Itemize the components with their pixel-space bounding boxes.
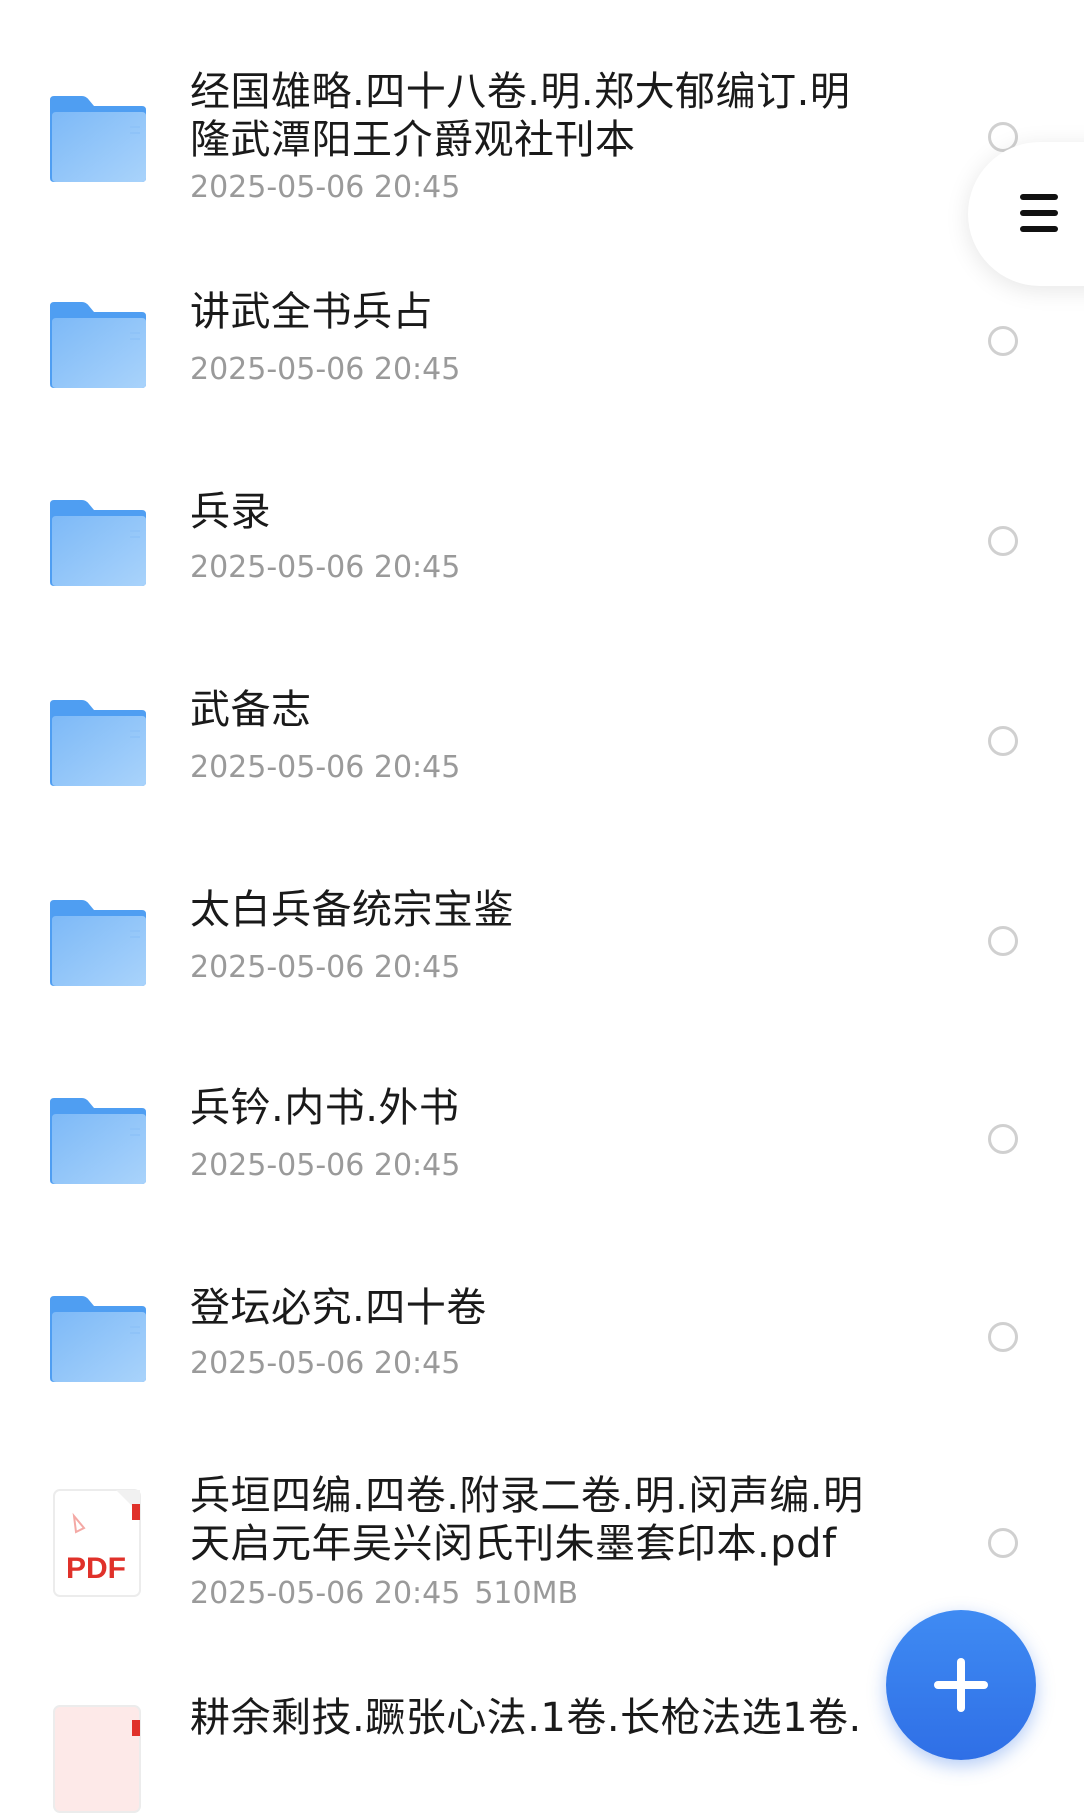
file-meta: 2025-05-06 20:45: [190, 950, 890, 986]
file-meta: 2025-05-06 20:45: [190, 550, 890, 586]
file-meta: 2025-05-06 20:45: [190, 170, 890, 206]
folder-icon: [50, 96, 146, 182]
file-name: 讲武全书兵占: [190, 289, 433, 335]
file-name: 耕余剩技.蹶张心法.1卷.长枪法选1卷.: [190, 1695, 862, 1741]
file-date: 2025-05-06 20:45: [190, 1148, 461, 1183]
file-name: 兵钤.内书.外书: [190, 1085, 460, 1131]
file-list-item[interactable]: 兵钤.内书.外书 2025-05-06 20:45: [0, 1032, 1084, 1232]
file-name: 兵垣四编.四卷.附录二卷.明.闵声编.明 天启元年吴兴闵氏刊朱墨套印本.pdf: [190, 1473, 864, 1567]
hamburger-menu-icon: [1020, 194, 1058, 232]
file-date: 2025-05-06 20:45: [190, 170, 461, 205]
file-list-item[interactable]: 讲武全书兵占 2025-05-06 20:45: [0, 232, 1084, 432]
file-list-item[interactable]: PDF 兵垣四编.四卷.附录二卷.明.闵声编.明 天启元年吴兴闵氏刊朱墨套印本.…: [0, 1432, 1084, 1632]
folder-icon: [50, 500, 146, 586]
file-size: 510MB: [474, 1576, 579, 1611]
file-name: 武备志: [190, 687, 312, 733]
select-radio[interactable]: [988, 1322, 1018, 1352]
file-meta: 2025-05-06 20:45: [190, 1148, 890, 1184]
file-meta: 2025-05-06 20:45: [190, 1346, 890, 1382]
file-name: 经国雄略.四十八卷.明.郑大郁编订.明 隆武潭阳王介爵观社刊本: [190, 69, 851, 163]
file-name: 兵录: [190, 489, 271, 535]
file-list-item[interactable]: 登坛必究.四十卷 2025-05-06 20:45: [0, 1232, 1084, 1432]
file-list-item[interactable]: 经国雄略.四十八卷.明.郑大郁编订.明 隆武潭阳王介爵观社刊本 2025-05-…: [0, 0, 1084, 232]
folder-icon: [50, 700, 146, 786]
file-name: 太白兵备统宗宝鉴: [190, 887, 514, 933]
select-radio[interactable]: [988, 1124, 1018, 1154]
file-meta: 2025-05-06 20:45 510MB: [190, 1576, 890, 1612]
select-radio[interactable]: [988, 326, 1018, 356]
select-radio[interactable]: [988, 1528, 1018, 1558]
file-date: 2025-05-06 20:45: [190, 1576, 461, 1611]
folder-icon: [50, 900, 146, 986]
select-radio[interactable]: [988, 926, 1018, 956]
select-radio[interactable]: [988, 726, 1018, 756]
file-date: 2025-05-06 20:45: [190, 352, 461, 387]
folder-icon: [50, 1296, 146, 1382]
file-date: 2025-05-06 20:45: [190, 1346, 461, 1381]
file-list-item[interactable]: 太白兵备统宗宝鉴 2025-05-06 20:45: [0, 832, 1084, 1032]
file-list: 经国雄略.四十八卷.明.郑大郁编订.明 隆武潭阳王介爵观社刊本 2025-05-…: [0, 0, 1084, 1813]
file-list-item[interactable]: 兵录 2025-05-06 20:45: [0, 432, 1084, 632]
folder-icon: [50, 1098, 146, 1184]
pdf-badge: PDF: [66, 1552, 126, 1585]
file-name: 登坛必究.四十卷: [190, 1285, 487, 1331]
file-meta: 2025-05-06 20:45: [190, 352, 890, 388]
select-radio[interactable]: [988, 526, 1018, 556]
folder-icon: [50, 302, 146, 388]
file-date: 2025-05-06 20:45: [190, 950, 461, 985]
add-button[interactable]: [886, 1610, 1036, 1760]
file-meta: 2025-05-06 20:45: [190, 750, 890, 786]
file-date: 2025-05-06 20:45: [190, 750, 461, 785]
file-date: 2025-05-06 20:45: [190, 550, 461, 585]
pdf-file-icon: [53, 1705, 141, 1813]
file-list-item[interactable]: 武备志 2025-05-06 20:45: [0, 632, 1084, 832]
